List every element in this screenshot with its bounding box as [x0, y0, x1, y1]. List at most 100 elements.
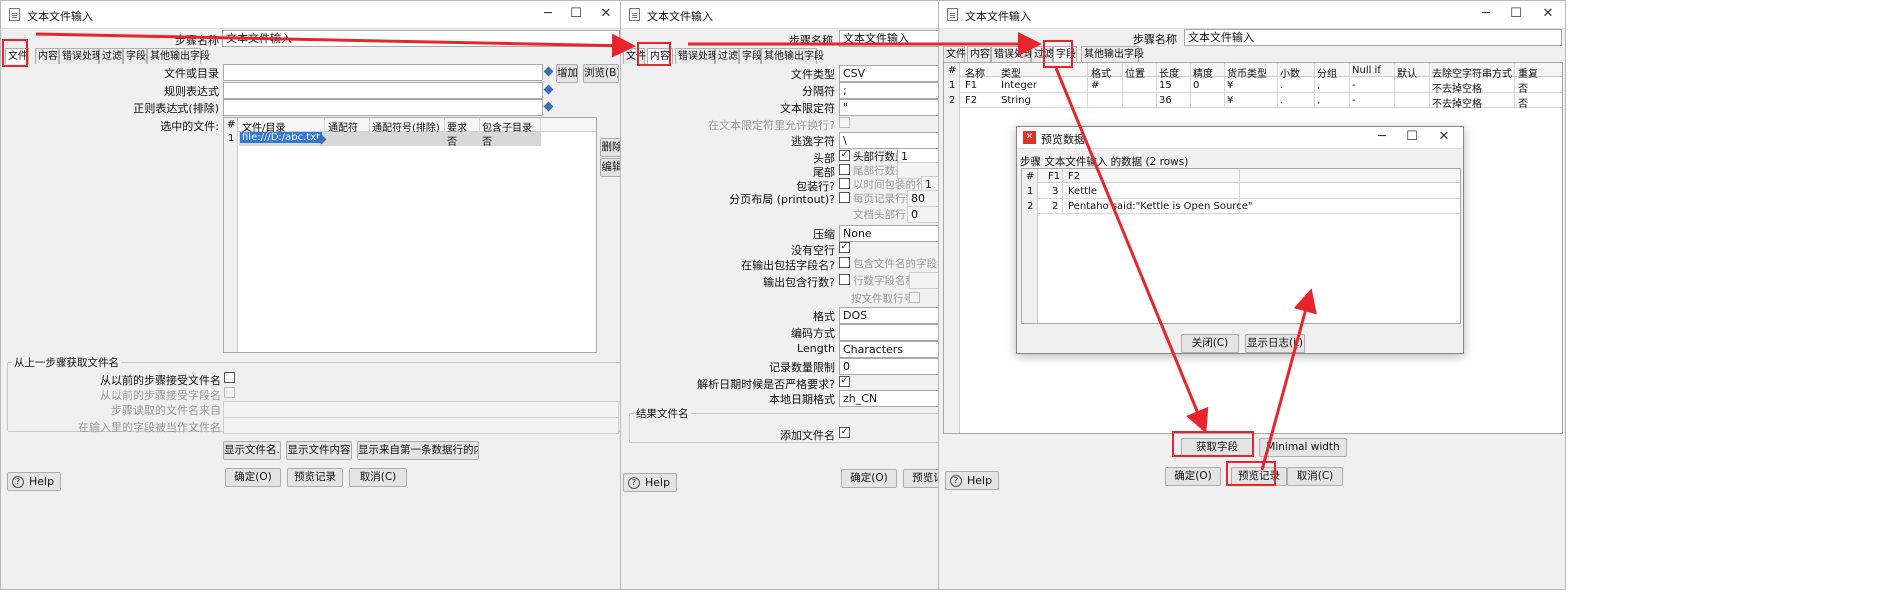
cancel-button[interactable]: 取消(C) — [1287, 467, 1343, 486]
maximize-icon[interactable]: ☐ — [1503, 4, 1529, 24]
length-select[interactable]: Characters — [839, 341, 941, 358]
tab-filter[interactable]: 过滤 — [1031, 46, 1054, 62]
selected-files-table[interactable]: # 文件/目录 通配符 通配符号(排除) 要求 包含子目录 1 file:///… — [223, 117, 597, 353]
close-icon[interactable]: ✕ — [1431, 127, 1457, 147]
tab-other-output[interactable]: 其他输出字段 — [1081, 46, 1144, 62]
browse-button[interactable]: 浏览(B)... — [583, 64, 619, 83]
field-currency-cell[interactable]: ¥ — [1227, 95, 1233, 106]
output-rownum-checkbox[interactable] — [839, 274, 850, 285]
field-group-cell[interactable]: , — [1317, 95, 1320, 106]
delete-button[interactable]: 删除 — [600, 138, 621, 157]
close-icon[interactable]: ✕ — [593, 4, 619, 24]
field-name-cell[interactable]: F1 — [965, 80, 977, 91]
required-cell[interactable]: 否 — [447, 133, 457, 148]
show-first-row-button[interactable]: 显示来自第一条数据行的内容 — [357, 441, 479, 460]
footer-checkbox[interactable] — [839, 164, 850, 175]
preview-button[interactable]: 预览记 — [903, 469, 941, 488]
show-content-button[interactable]: 显示文件内容 — [286, 441, 352, 460]
tab-filter[interactable]: 过滤 — [99, 48, 123, 64]
lenient-date-checkbox[interactable]: ✓ — [839, 376, 850, 387]
field-currency-cell[interactable]: ¥ — [1227, 80, 1233, 91]
tab-other-output[interactable]: 其他输出字段 — [761, 48, 824, 64]
tab-file[interactable]: 文件 — [623, 48, 646, 64]
tab-error-handling[interactable]: 错误处理 — [675, 48, 718, 64]
tab-fields[interactable]: 字段 — [1053, 46, 1077, 62]
tab-error-handling[interactable]: 错误处理 — [59, 48, 102, 64]
ok-button[interactable]: 确定(O) — [841, 469, 897, 488]
minimize-icon[interactable]: ─ — [1473, 4, 1499, 24]
separator-input[interactable]: ; — [839, 82, 941, 99]
paged-checkbox[interactable] — [839, 192, 850, 203]
field-format-cell[interactable]: # — [1091, 80, 1099, 91]
minimal-width-button[interactable]: Minimal width — [1259, 438, 1347, 457]
field-trim-cell[interactable]: 不去掉空格 — [1432, 80, 1482, 95]
tab-other-output[interactable]: 其他输出字段 — [147, 48, 210, 64]
tab-fields[interactable]: 字段 — [739, 48, 762, 64]
tab-filter[interactable]: 过滤 — [715, 48, 739, 64]
page-lines-input[interactable]: 80 — [907, 190, 941, 207]
field-length-cell[interactable]: 36 — [1159, 95, 1172, 106]
enclosure-input[interactable]: " — [839, 99, 941, 116]
field-decimal-cell[interactable]: . — [1280, 95, 1283, 106]
field-group-cell[interactable]: , — [1317, 80, 1320, 91]
help-button[interactable]: ? Help — [7, 472, 62, 491]
ok-button[interactable]: 确定(O) — [1165, 467, 1221, 486]
step-name-field[interactable]: 文本文件输入 — [1184, 29, 1562, 46]
field-repeat-cell[interactable]: 否 — [1518, 95, 1528, 110]
help-button[interactable]: ? Help — [623, 473, 678, 492]
field-nullif-cell[interactable]: - — [1352, 80, 1356, 91]
minimize-icon[interactable]: ─ — [535, 4, 561, 24]
format-select[interactable]: DOS — [839, 307, 941, 324]
preview-button[interactable]: 预览记录 — [1231, 467, 1287, 486]
field-repeat-cell[interactable]: 否 — [1518, 80, 1528, 95]
maximize-icon[interactable]: ☐ — [1399, 127, 1425, 147]
field-precision-cell[interactable]: 0 — [1193, 80, 1199, 91]
include-filename-checkbox[interactable] — [839, 257, 850, 268]
regex-exclude-input[interactable] — [223, 99, 543, 116]
tab-file[interactable]: 文件 — [943, 46, 966, 62]
field-nullif-cell[interactable]: - — [1352, 95, 1356, 106]
step-name-field[interactable]: 文本文件输入 — [222, 30, 620, 47]
file-type-select[interactable]: CSV — [839, 65, 941, 82]
tab-error-handling[interactable]: 错误处理 — [991, 46, 1034, 62]
accept-from-prev-checkbox[interactable] — [224, 372, 235, 383]
subdirs-cell[interactable]: 否 — [482, 133, 492, 148]
wrap-checkbox[interactable] — [839, 178, 850, 189]
encoding-select[interactable] — [839, 324, 941, 341]
field-decimal-cell[interactable]: . — [1280, 80, 1283, 91]
field-as-filename-input[interactable] — [223, 417, 619, 434]
add-button[interactable]: 增加 — [556, 64, 578, 83]
accept-field-checkbox[interactable] — [224, 387, 235, 398]
tab-content[interactable]: 内容 — [967, 46, 991, 62]
step-read-select[interactable] — [223, 401, 619, 418]
tab-file[interactable]: 文件 — [5, 48, 29, 64]
field-length-cell[interactable]: 15 — [1159, 80, 1172, 91]
no-empty-checkbox[interactable]: ✓ — [839, 242, 850, 253]
tab-content[interactable]: 内容 — [35, 48, 59, 64]
edit-button[interactable]: 编辑 — [600, 158, 621, 177]
help-button[interactable]: ? Help — [945, 471, 1000, 490]
show-filenames-button[interactable]: 显示文件名... — [223, 441, 281, 460]
field-type-cell[interactable]: Integer — [1001, 80, 1037, 91]
compression-select[interactable]: None — [839, 225, 941, 242]
maximize-icon[interactable]: ☐ — [563, 4, 589, 24]
get-fields-button[interactable]: 获取字段 — [1181, 438, 1253, 457]
field-trim-cell[interactable]: 不去掉空格 — [1432, 95, 1482, 110]
file-path-cell[interactable]: file:///D:/abc.txt — [240, 132, 323, 143]
close-button[interactable]: 关闭(C) — [1181, 334, 1239, 353]
rownum-by-file-checkbox[interactable] — [909, 292, 920, 303]
tab-content[interactable]: 内容 — [647, 48, 673, 64]
field-name-cell[interactable]: F2 — [965, 95, 977, 106]
close-icon[interactable]: ✕ — [1535, 4, 1561, 24]
tab-fields[interactable]: 字段 — [123, 48, 147, 64]
locale-select[interactable]: zh_CN — [839, 390, 941, 407]
limit-input[interactable]: 0 — [839, 358, 941, 375]
regex-input[interactable] — [223, 82, 543, 99]
show-log-button[interactable]: 显示日志(L) — [1245, 334, 1305, 353]
step-name-field[interactable]: 文本文件输入 — [839, 30, 941, 47]
preview-table[interactable]: # F1 F2 1 3 Kettle 2 2 Pentaho said:"Ket… — [1021, 168, 1461, 324]
field-type-cell[interactable]: String — [1001, 95, 1031, 106]
preview-button[interactable]: 预览记录 — [287, 468, 343, 487]
allow-breaks-checkbox[interactable] — [839, 117, 850, 128]
minimize-icon[interactable]: ─ — [1369, 127, 1395, 147]
